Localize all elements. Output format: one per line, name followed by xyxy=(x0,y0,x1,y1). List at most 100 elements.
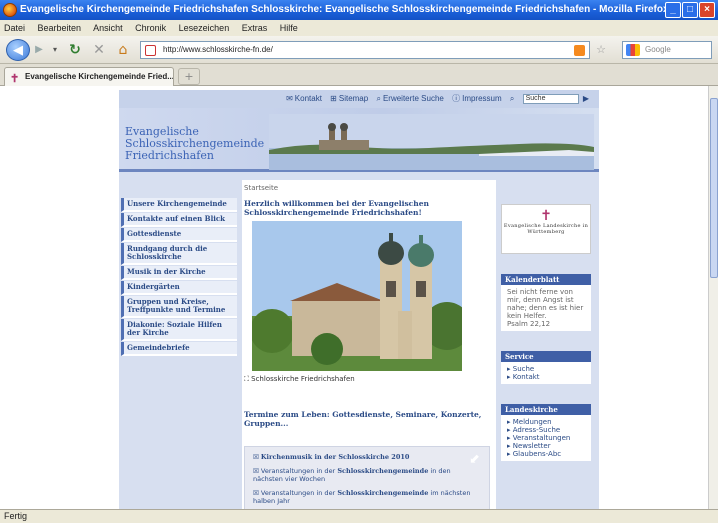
landeskirche-link[interactable]: ▸ Adress-Suche xyxy=(507,426,585,434)
search-go-icon[interactable]: ▶ xyxy=(583,94,589,103)
news-text: Veranstaltungen in der xyxy=(260,467,338,475)
menubar: Datei Bearbeiten Ansicht Chronik Lesezei… xyxy=(0,20,718,36)
vertical-scrollbar[interactable] xyxy=(708,86,718,509)
scrollbar-thumb[interactable] xyxy=(710,98,718,278)
nav-item[interactable]: Gemeindebriefe xyxy=(121,342,237,356)
banner-image xyxy=(269,114,594,170)
navigation-toolbar: ◀ ▶ ▾ ↻ ✕ ⌂ http://www.schlosskirche-fn.… xyxy=(0,36,718,64)
search-icon: ⌕ xyxy=(509,94,515,103)
firefox-icon xyxy=(3,3,17,17)
menu-lesezeichen[interactable]: Lesezeichen xyxy=(179,23,230,33)
news-item[interactable]: ☒ Veranstaltungen in der Schlosskircheng… xyxy=(253,467,481,483)
landeskirche-link-label: Veranstaltungen xyxy=(512,434,571,442)
search-icon: ⌕ xyxy=(376,94,381,103)
breadcrumb[interactable]: Startseite xyxy=(244,184,494,192)
landeskirche-link[interactable]: ▸ Newsletter xyxy=(507,442,585,450)
service-link[interactable]: ▸ Kontakt xyxy=(507,373,585,381)
impressum-link[interactable]: Impressum xyxy=(462,94,502,103)
tab-active[interactable]: ✝ Evangelische Kirchengemeinde Fried... xyxy=(4,67,174,86)
news-bold: Schlosskirchengemeinde xyxy=(337,467,429,475)
welcome-heading: Herzlich willkommen bei der Evangelische… xyxy=(244,199,429,217)
menu-extras[interactable]: Extras xyxy=(242,23,268,33)
site-favicon-icon xyxy=(145,45,156,56)
link-icon: ☒ xyxy=(253,453,259,461)
news-text: Veranstaltungen in der xyxy=(260,489,338,497)
service-link-label: Kontakt xyxy=(512,373,540,381)
new-tab-button[interactable]: + xyxy=(178,68,200,85)
menu-chronik[interactable]: Chronik xyxy=(135,23,166,33)
rss-icon[interactable] xyxy=(574,45,585,56)
menu-datei[interactable]: Datei xyxy=(4,23,25,33)
window-titlebar: Evangelische Kirchengemeinde Friedrichsh… xyxy=(0,0,718,20)
photo-caption: ⛶ Schlosskirche Friedrichshafen xyxy=(244,375,494,384)
minimize-button[interactable]: _ xyxy=(665,2,681,18)
history-dropdown-icon[interactable]: ▾ xyxy=(50,39,60,61)
nav-item[interactable]: Gottesdienste xyxy=(121,228,237,242)
service-link[interactable]: ▸ Suche xyxy=(507,365,585,373)
sitemap-icon: ⊞ xyxy=(330,94,337,103)
news-item[interactable]: ☒ Kirchenmusik in der Schlosskirche 2010 xyxy=(253,453,481,461)
sitemap-link[interactable]: Sitemap xyxy=(339,94,368,103)
kalenderblatt-title: Kalenderblatt xyxy=(501,274,591,285)
maximize-button[interactable]: □ xyxy=(682,2,698,18)
landeskirche-logo[interactable]: ✝ Evangelische Landeskirche in Württembe… xyxy=(501,204,591,254)
bookmark-star-icon[interactable]: ☆ xyxy=(594,39,608,61)
back-button[interactable]: ◀ xyxy=(6,39,30,61)
service-box: Service ▸ Suche ▸ Kontakt xyxy=(501,351,591,384)
nav-item[interactable]: Unsere Kirchengemeinde xyxy=(121,198,237,212)
nav-item[interactable]: Kontakte auf einen Blick xyxy=(121,213,237,227)
arrow-icon[interactable]: ⬋ xyxy=(469,453,483,467)
url-text: http://www.schlosskirche-fn.de/ xyxy=(163,45,273,54)
kalenderblatt-box: Kalenderblatt Sei nicht ferne von mir, d… xyxy=(501,274,591,331)
info-icon: ⓘ xyxy=(452,94,461,103)
status-bar: Fertig xyxy=(0,509,718,523)
landeskirche-logo-text: Evangelische Landeskirche in Württemberg xyxy=(503,223,589,235)
nav-item[interactable]: Kindergärten xyxy=(121,281,237,295)
kalenderblatt-ref: Psalm 22,12 xyxy=(507,320,551,328)
menu-bearbeiten[interactable]: Bearbeiten xyxy=(38,23,82,33)
left-navigation: Unsere Kirchengemeinde Kontakte auf eine… xyxy=(121,198,237,357)
nav-item[interactable]: Musik in der Kirche xyxy=(121,266,237,280)
mail-icon: ✉ xyxy=(286,94,293,103)
service-link-label: Suche xyxy=(512,365,535,373)
forward-button[interactable]: ▶ xyxy=(32,42,46,58)
caption-text: Schlosskirche Friedrichshafen xyxy=(251,375,355,383)
right-column: ✝ Evangelische Landeskirche in Württembe… xyxy=(501,204,595,461)
reload-icon[interactable]: ↻ xyxy=(66,39,84,61)
news-item[interactable]: ☒ Veranstaltungen in der Schlosskircheng… xyxy=(253,489,481,505)
termine-link[interactable]: Termine zum Leben: Gottesdienste, Semina… xyxy=(244,410,494,428)
nav-item[interactable]: Gruppen und Kreise, Treffpunkte und Term… xyxy=(121,296,237,318)
page-viewport: ✉ Kontakt ⊞ Sitemap ⌕ Erweiterte Suche ⓘ Imp… xyxy=(0,86,718,509)
advanced-search-link[interactable]: Erweiterte Suche xyxy=(383,94,444,103)
site-search-input[interactable]: Suche xyxy=(522,93,579,104)
cross-icon: ✝ xyxy=(540,208,552,224)
nav-item[interactable]: Diakonie: Soziale Hilfen der Kirche xyxy=(121,319,237,341)
landeskirche-link-label: Adress-Suche xyxy=(512,426,561,434)
window-title: Evangelische Kirchengemeinde Friedrichsh… xyxy=(20,4,669,15)
tab-label: Evangelische Kirchengemeinde Fried... xyxy=(25,72,174,81)
landeskirche-box: Landeskirche ▸ Meldungen ▸ Adress-Suche … xyxy=(501,404,591,461)
google-engine-icon[interactable] xyxy=(626,44,640,56)
url-bar[interactable]: http://www.schlosskirche-fn.de/ xyxy=(140,41,590,59)
main-content: Startseite Herzlich willkommen bei der E… xyxy=(242,180,496,509)
tab-favicon-icon: ✝ xyxy=(10,73,20,85)
site-container: ✉ Kontakt ⊞ Sitemap ⌕ Erweiterte Suche ⓘ Imp… xyxy=(119,90,599,509)
home-icon[interactable]: ⌂ xyxy=(114,39,132,61)
site-brand[interactable]: Evangelische Schlosskirchengemeinde Frie… xyxy=(125,126,265,162)
nav-item[interactable]: Rundgang durch die Schlosskirche xyxy=(121,243,237,265)
landeskirche-link[interactable]: ▸ Meldungen xyxy=(507,418,585,426)
news-box: ⬋ ☒ Kirchenmusik in der Schlosskirche 20… xyxy=(244,446,490,509)
close-button[interactable]: × xyxy=(699,2,715,18)
stop-icon[interactable]: ✕ xyxy=(90,39,108,61)
menu-hilfe[interactable]: Hilfe xyxy=(280,23,298,33)
enlarge-icon[interactable]: ⛶ xyxy=(244,375,249,383)
status-text: Fertig xyxy=(4,511,28,521)
search-bar[interactable]: Google xyxy=(622,41,712,59)
menu-ansicht[interactable]: Ansicht xyxy=(93,23,123,33)
landeskirche-link[interactable]: ▸ Veranstaltungen xyxy=(507,434,585,442)
kontakt-link[interactable]: Kontakt xyxy=(295,94,322,103)
landeskirche-link[interactable]: ▸ Glaubens-Abc xyxy=(507,450,585,458)
link-icon: ☒ xyxy=(253,467,259,475)
landeskirche-link-label: Meldungen xyxy=(512,418,552,426)
link-icon: ☒ xyxy=(253,489,259,497)
